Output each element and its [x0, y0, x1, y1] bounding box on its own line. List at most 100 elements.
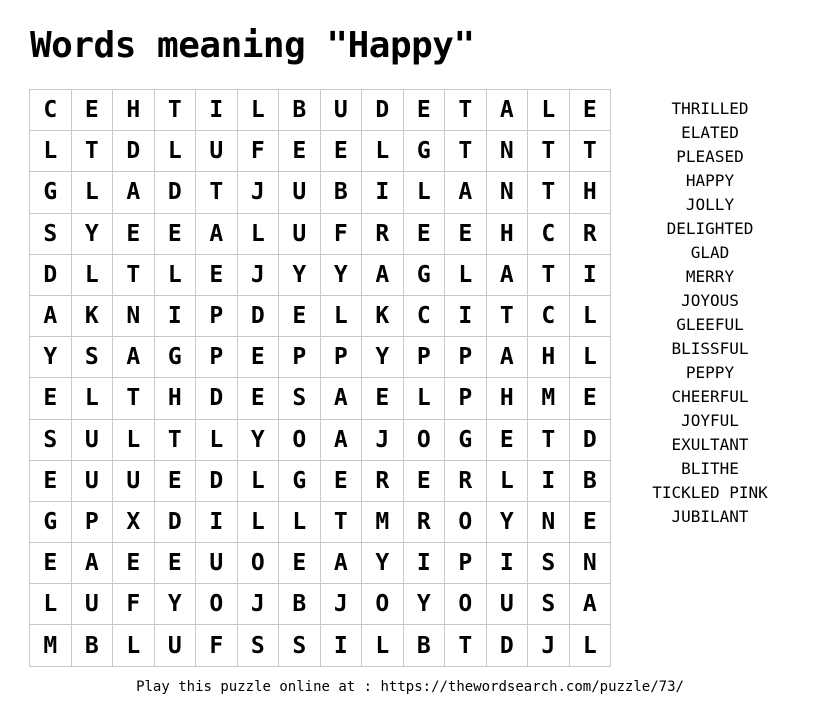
grid-cell[interactable]: O [195, 583, 238, 626]
grid-cell[interactable]: E [361, 377, 404, 420]
grid-cell[interactable]: L [236, 212, 279, 255]
grid-cell[interactable]: A [319, 542, 362, 585]
grid-cell[interactable]: B [319, 171, 362, 214]
grid-cell[interactable]: E [278, 542, 321, 585]
grid-cell[interactable]: L [70, 377, 113, 420]
grid-cell[interactable]: T [527, 253, 570, 296]
grid-cell[interactable]: J [236, 583, 279, 626]
grid-cell[interactable]: L [361, 130, 404, 173]
grid-cell[interactable]: T [485, 294, 528, 338]
grid-cell[interactable]: L [402, 377, 445, 420]
grid-cell[interactable]: U [319, 88, 362, 132]
grid-cell[interactable]: R [361, 212, 404, 255]
grid-cell[interactable]: A [112, 336, 155, 379]
grid-cell[interactable]: P [319, 336, 362, 379]
grid-cell[interactable]: O [278, 418, 321, 461]
grid-cell[interactable]: U [153, 624, 196, 667]
grid-cell[interactable]: B [278, 583, 321, 626]
grid-cell[interactable]: L [361, 624, 404, 667]
grid-cell[interactable]: G [402, 130, 445, 173]
grid-cell[interactable]: I [444, 294, 487, 338]
grid-cell[interactable]: A [485, 336, 528, 379]
grid-cell[interactable]: D [153, 500, 196, 544]
grid-cell[interactable]: E [112, 542, 155, 585]
grid-cell[interactable]: S [29, 212, 72, 255]
grid-cell[interactable]: E [153, 459, 196, 502]
grid-cell[interactable]: O [444, 500, 487, 544]
grid-cell[interactable]: L [402, 171, 445, 214]
grid-cell[interactable]: L [112, 418, 155, 461]
grid-cell[interactable]: D [485, 624, 528, 667]
grid-cell[interactable]: T [527, 418, 570, 461]
grid-cell[interactable]: G [29, 171, 72, 214]
grid-cell[interactable]: A [485, 253, 528, 296]
grid-cell[interactable]: A [485, 88, 528, 132]
grid-cell[interactable]: U [195, 542, 238, 585]
grid-cell[interactable]: G [153, 336, 196, 379]
grid-cell[interactable]: L [485, 459, 528, 502]
grid-cell[interactable]: H [527, 336, 570, 379]
grid-cell[interactable]: E [444, 212, 487, 255]
grid-cell[interactable]: R [568, 212, 611, 255]
grid-cell[interactable]: X [112, 500, 155, 544]
grid-cell[interactable]: C [527, 294, 570, 338]
grid-cell[interactable]: L [236, 88, 279, 132]
grid-cell[interactable]: L [195, 418, 238, 461]
grid-cell[interactable]: U [70, 418, 113, 461]
grid-cell[interactable]: L [236, 459, 279, 502]
grid-cell[interactable]: G [278, 459, 321, 502]
grid-cell[interactable]: T [195, 171, 238, 214]
grid-cell[interactable]: P [278, 336, 321, 379]
grid-cell[interactable]: M [361, 500, 404, 544]
grid-cell[interactable]: T [444, 624, 487, 667]
grid-cell[interactable]: D [236, 294, 279, 338]
grid-cell[interactable]: N [568, 542, 611, 585]
grid-cell[interactable]: Y [278, 253, 321, 296]
grid-cell[interactable]: P [444, 542, 487, 585]
grid-cell[interactable]: R [361, 459, 404, 502]
grid-cell[interactable]: D [153, 171, 196, 214]
grid-cell[interactable]: K [361, 294, 404, 338]
grid-cell[interactable]: N [112, 294, 155, 338]
grid-cell[interactable]: Y [236, 418, 279, 461]
grid-cell[interactable]: B [70, 624, 113, 667]
grid-cell[interactable]: O [236, 542, 279, 585]
grid-cell[interactable]: U [112, 459, 155, 502]
grid-cell[interactable]: L [153, 130, 196, 173]
grid-cell[interactable]: E [568, 500, 611, 544]
grid-cell[interactable]: I [361, 171, 404, 214]
grid-cell[interactable]: N [527, 500, 570, 544]
grid-cell[interactable]: A [319, 418, 362, 461]
grid-cell[interactable]: I [195, 500, 238, 544]
grid-cell[interactable]: L [527, 88, 570, 132]
grid-cell[interactable]: H [568, 171, 611, 214]
grid-cell[interactable]: E [568, 88, 611, 132]
grid-cell[interactable]: L [444, 253, 487, 296]
grid-cell[interactable]: E [319, 459, 362, 502]
grid-cell[interactable]: A [70, 542, 113, 585]
grid-cell[interactable]: P [402, 336, 445, 379]
grid-cell[interactable]: L [568, 336, 611, 379]
grid-cell[interactable]: B [568, 459, 611, 502]
grid-cell[interactable]: R [444, 459, 487, 502]
grid-cell[interactable]: T [112, 377, 155, 420]
grid-cell[interactable]: I [319, 624, 362, 667]
grid-cell[interactable]: P [444, 377, 487, 420]
grid-cell[interactable]: E [568, 377, 611, 420]
grid-cell[interactable]: E [112, 212, 155, 255]
grid-cell[interactable]: R [402, 500, 445, 544]
grid-cell[interactable]: Y [153, 583, 196, 626]
grid-cell[interactable]: S [29, 418, 72, 461]
grid-cell[interactable]: Y [29, 336, 72, 379]
grid-cell[interactable]: O [402, 418, 445, 461]
grid-cell[interactable]: E [319, 130, 362, 173]
grid-cell[interactable]: T [153, 88, 196, 132]
grid-cell[interactable]: D [361, 88, 404, 132]
grid-cell[interactable]: A [319, 377, 362, 420]
grid-cell[interactable]: O [361, 583, 404, 626]
grid-cell[interactable]: J [236, 253, 279, 296]
grid-cell[interactable]: Y [361, 336, 404, 379]
grid-cell[interactable]: L [568, 294, 611, 338]
grid-cell[interactable]: T [319, 500, 362, 544]
grid-cell[interactable]: M [527, 377, 570, 420]
